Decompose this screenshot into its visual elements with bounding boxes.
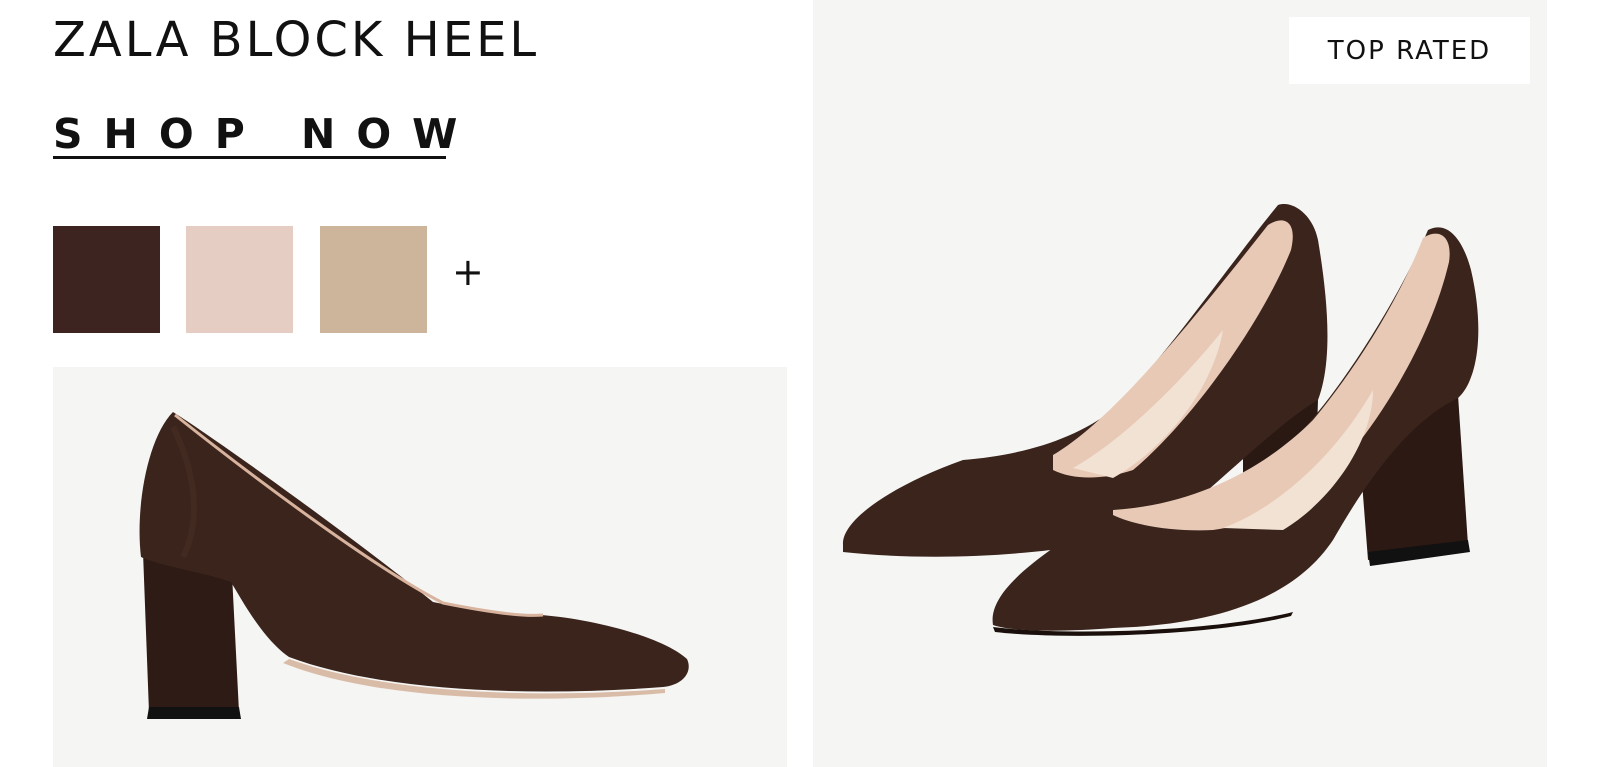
swatch-dark-brown[interactable] bbox=[53, 226, 160, 333]
top-rated-badge: TOP RATED bbox=[1289, 17, 1530, 84]
single-shoe-illustration bbox=[139, 412, 689, 719]
swatch-nude[interactable] bbox=[320, 226, 427, 333]
product-image-pair-view[interactable] bbox=[813, 0, 1547, 767]
more-swatches-button[interactable]: + bbox=[452, 250, 484, 294]
shop-now-link[interactable]: SHOP NOW bbox=[53, 108, 478, 160]
shop-now-underline bbox=[53, 156, 446, 159]
product-image-side-view[interactable] bbox=[53, 367, 787, 767]
product-card-page: ZALA BLOCK HEEL SHOP NOW + TOP RATED bbox=[0, 0, 1600, 767]
product-info-column: ZALA BLOCK HEEL SHOP NOW + bbox=[0, 0, 813, 767]
shoe-pair-illustration bbox=[842, 204, 1479, 636]
product-title: ZALA BLOCK HEEL bbox=[53, 12, 540, 68]
swatch-blush[interactable] bbox=[186, 226, 293, 333]
right-margin bbox=[1547, 0, 1600, 767]
